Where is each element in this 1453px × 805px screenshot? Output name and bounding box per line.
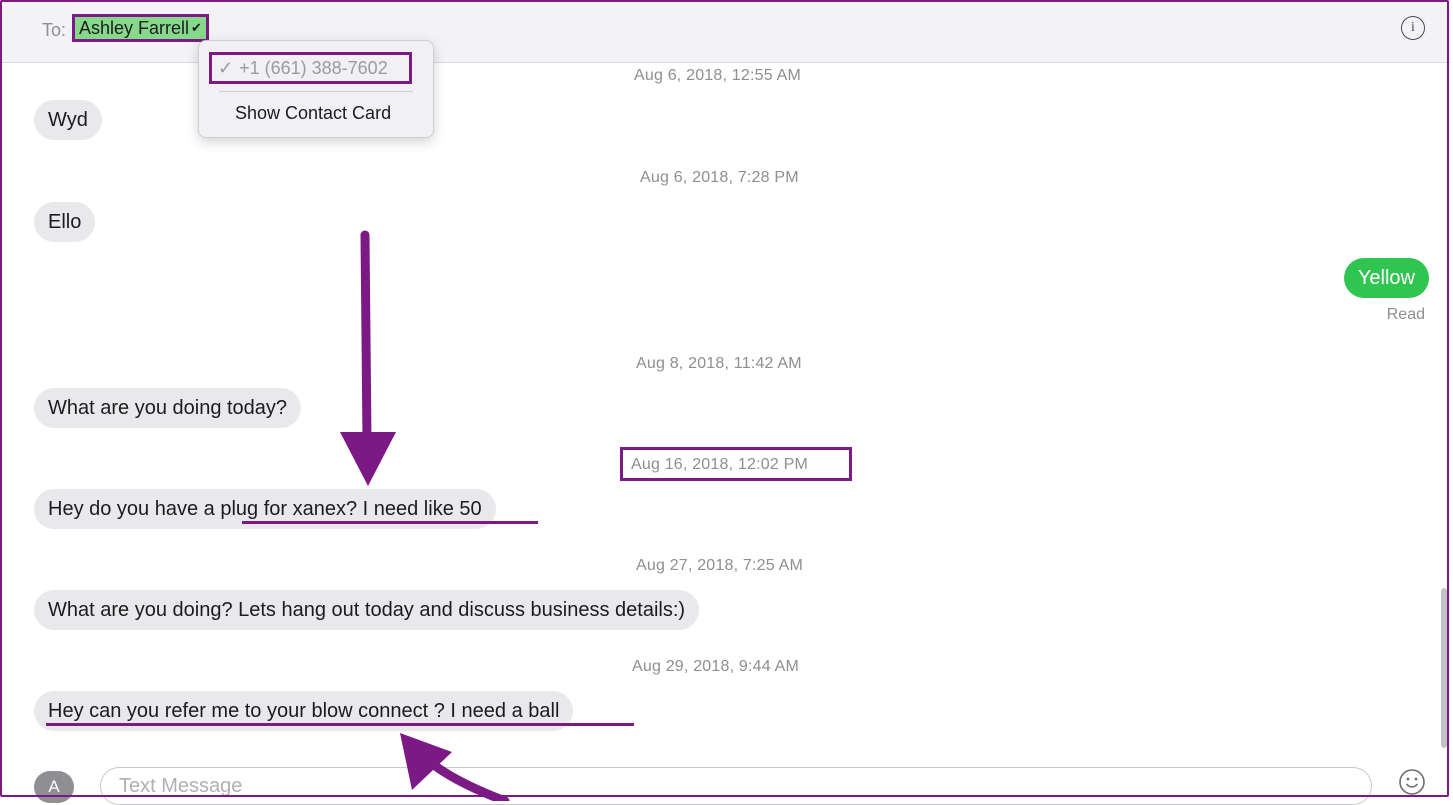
annotation-underline (242, 521, 538, 524)
outgoing-message: Yellow (1343, 258, 1429, 298)
timestamp-highlighted: Aug 16, 2018, 12:02 PM (631, 456, 808, 473)
message-input[interactable] (100, 767, 1372, 805)
checkmark-icon: ✓ (218, 57, 234, 78)
incoming-message: Wyd (34, 100, 102, 140)
phone-number-menu-item[interactable]: ✓ +1 (661) 388-7602 (209, 52, 412, 84)
recipient-dropdown-menu: ✓ +1 (661) 388-7602 Show Contact Card (198, 40, 434, 138)
incoming-message: What are you doing today? (34, 388, 302, 428)
read-receipt: Read (1386, 306, 1425, 323)
composer-bar: A (2, 755, 1451, 805)
timestamp: Aug 6, 2018, 7:28 PM (640, 169, 799, 186)
message-list[interactable]: Aug 6, 2018, 12:55 AM Wyd Aug 6, 2018, 7… (2, 63, 1451, 753)
recipient-name-button[interactable]: Ashley Farrell ✔ (72, 14, 209, 42)
timestamp: Aug 6, 2018, 12:55 AM (634, 67, 801, 84)
to-label: To: (42, 20, 67, 40)
chevron-down-icon: ✔ (191, 20, 202, 35)
incoming-message: What are you doing? Lets hang out today … (34, 590, 700, 630)
show-contact-card-menu-item[interactable]: Show Contact Card (235, 103, 391, 124)
menu-divider (219, 91, 413, 92)
timestamp: Aug 27, 2018, 7:25 AM (636, 557, 803, 574)
phone-number: +1 (661) 388-7602 (239, 57, 388, 78)
incoming-message: Ello (34, 202, 96, 242)
timestamp: Aug 29, 2018, 9:44 AM (632, 658, 799, 675)
emoji-icon[interactable] (1397, 767, 1427, 797)
recipient-name: Ashley Farrell (79, 17, 190, 38)
app-store-icon[interactable]: A (34, 771, 74, 803)
timestamp: Aug 8, 2018, 11:42 AM (636, 355, 802, 372)
annotation-underline (46, 723, 634, 726)
info-icon[interactable]: i (1401, 16, 1425, 40)
scrollbar[interactable] (1441, 588, 1447, 748)
